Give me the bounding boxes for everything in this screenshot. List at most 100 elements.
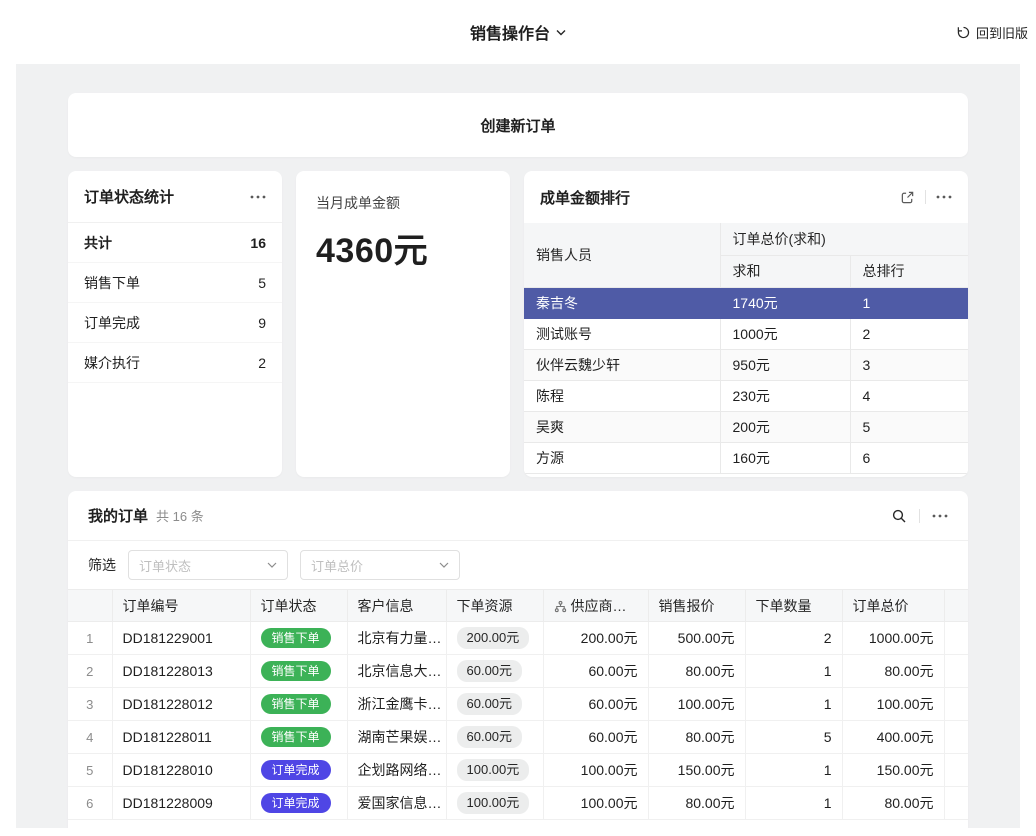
search-icon[interactable]: [891, 508, 907, 524]
order-number-cell: DD181229001: [112, 622, 250, 655]
orders-column-label: 订单总价: [853, 598, 909, 614]
ranking-row[interactable]: 测试账号1000元2: [524, 318, 968, 349]
status-total-row[interactable]: 共计 16: [68, 223, 282, 263]
status-badge: 订单完成: [261, 793, 331, 813]
supplier-cell: 60.00元: [543, 721, 648, 754]
create-order-button[interactable]: 创建新订单: [68, 93, 968, 157]
orders-column-label: 订单编号: [123, 598, 179, 614]
orders-col-index: [68, 590, 112, 622]
row-index-cell: 5: [68, 754, 112, 787]
chevron-down-icon: [556, 29, 566, 36]
status-value: 9: [258, 315, 266, 331]
orders-column-header[interactable]: 销售报价: [648, 590, 745, 622]
ranking-col-sum: 求和: [720, 255, 850, 287]
ranking-row[interactable]: 吴爽200元5: [524, 411, 968, 442]
orders-column-header[interactable]: 下单数量: [745, 590, 842, 622]
orders-column-header[interactable]: 订单总价: [842, 590, 944, 622]
status-row[interactable]: 销售下单5: [68, 263, 282, 303]
app-title[interactable]: 销售操作台: [470, 20, 566, 44]
filter-select[interactable]: 订单状态: [128, 550, 288, 580]
ranking-rank-cell: 6: [850, 442, 968, 473]
filter-selects: 订单状态订单总价: [128, 550, 460, 580]
ranking-person-cell: 伙伴云魏少轩: [524, 349, 720, 380]
order-status-cell: 销售下单: [250, 622, 347, 655]
table-row[interactable]: 6DD181228009订单完成爱国家信息…100.00元100.00元80.0…: [68, 787, 968, 820]
quote-cell: 80.00元: [648, 721, 745, 754]
order-status-cell: 订单完成: [250, 754, 347, 787]
ranking-col-group: 订单总价(求和): [720, 223, 968, 255]
supplier-cell: 200.00元: [543, 622, 648, 655]
table-row[interactable]: 2DD181228013销售下单北京信息大…60.00元60.00元80.00元…: [68, 655, 968, 688]
ranking-row[interactable]: 陈程230元4: [524, 380, 968, 411]
filler-cell: [944, 721, 968, 754]
orders-column-header[interactable]: 下单资源: [446, 590, 543, 622]
quantity-cell: 1: [745, 787, 842, 820]
quote-cell: 100.00元: [648, 688, 745, 721]
filter-select[interactable]: 订单总价: [300, 550, 460, 580]
ranking-sum-cell: 160元: [720, 442, 850, 473]
status-total-value: 16: [250, 235, 266, 251]
quantity-cell: 1: [745, 754, 842, 787]
ranking-row[interactable]: 方源160元6: [524, 442, 968, 473]
filler-cell: [944, 688, 968, 721]
filler-cell: [944, 622, 968, 655]
resource-cell: 60.00元: [446, 721, 543, 754]
ranking-card: 成单金额排行 销售人员 订单总价(求和): [524, 171, 968, 477]
filter-label: 筛选: [88, 555, 116, 575]
total-cell: 400.00元: [842, 721, 944, 754]
quantity-cell: 1: [745, 688, 842, 721]
status-badge: 销售下单: [261, 661, 331, 681]
table-row[interactable]: 4DD181228011销售下单湖南芒果娱…60.00元60.00元80.00元…: [68, 721, 968, 754]
ranking-col-rank: 总排行: [850, 255, 968, 287]
ranking-card-title: 成单金额排行: [540, 187, 630, 208]
ranking-sum-cell: 200元: [720, 411, 850, 442]
status-badge: 销售下单: [261, 628, 331, 648]
quantity-cell: 5: [745, 721, 842, 754]
ranking-sum-cell: 230元: [720, 380, 850, 411]
table-row[interactable]: 1DD181229001销售下单北京有力量…200.00元200.00元500.…: [68, 622, 968, 655]
ranking-rank-cell: 4: [850, 380, 968, 411]
orders-column-label: 供应商…: [571, 598, 627, 614]
amount-card-value: 4360元: [316, 223, 490, 272]
table-row[interactable]: 3DD181228012销售下单浙江金鹰卡…60.00元60.00元100.00…: [68, 688, 968, 721]
app-title-label: 销售操作台: [470, 20, 550, 44]
orders-column-header[interactable]: 供应商…: [543, 590, 648, 622]
status-row[interactable]: 订单完成9: [68, 303, 282, 343]
open-external-icon[interactable]: [900, 190, 915, 205]
ranking-rank-cell: 5: [850, 411, 968, 442]
divider: [925, 190, 926, 204]
total-cell: 80.00元: [842, 655, 944, 688]
orders-column-header[interactable]: 订单编号: [112, 590, 250, 622]
filler-cell: [944, 787, 968, 820]
amount-card-title: 当月成单金额: [316, 193, 490, 213]
order-number-cell: DD181228013: [112, 655, 250, 688]
status-row[interactable]: 媒介执行2: [68, 343, 282, 383]
ranking-row[interactable]: 伙伴云魏少轩950元3: [524, 349, 968, 380]
order-number-cell: DD181228012: [112, 688, 250, 721]
orders-table-body: 1DD181229001销售下单北京有力量…200.00元200.00元500.…: [68, 622, 968, 820]
table-row[interactable]: 5DD181228010订单完成企划路网络…100.00元100.00元150.…: [68, 754, 968, 787]
more-options-icon[interactable]: [250, 195, 266, 199]
ranking-person-cell: 吴爽: [524, 411, 720, 442]
back-to-old-button[interactable]: 回到旧版: [956, 0, 1028, 64]
resource-cell: 60.00元: [446, 688, 543, 721]
orders-column-label: 下单数量: [756, 598, 812, 614]
orders-column-label: 下单资源: [457, 598, 513, 614]
customer-cell: 浙江金鹰卡…: [347, 688, 446, 721]
order-status-cell: 销售下单: [250, 688, 347, 721]
ranking-row[interactable]: 秦吉冬1740元1: [524, 287, 968, 318]
month-amount-card: 当月成单金额 4360元: [296, 171, 510, 477]
quote-cell: 150.00元: [648, 754, 745, 787]
status-label: 媒介执行: [84, 353, 140, 373]
dashboard-content: 创建新订单 订单状态统计 共计 16 销售下单5订单完成9媒介执行2 当月成单金…: [16, 64, 1020, 828]
orders-column-header[interactable]: 客户信息: [347, 590, 446, 622]
status-list: 销售下单5订单完成9媒介执行2: [68, 263, 282, 383]
row-index-cell: 1: [68, 622, 112, 655]
ranking-rank-cell: 1: [850, 287, 968, 318]
more-options-icon[interactable]: [936, 195, 952, 199]
orders-table: 订单编号订单状态客户信息下单资源供应商…销售报价下单数量订单总价 1DD1812…: [68, 589, 968, 820]
my-orders-card: 我的订单 共 16 条 筛选 订单状态订单总价 订单编号订单状态客户信息下单: [68, 491, 968, 828]
more-options-icon[interactable]: [932, 514, 948, 518]
orders-column-header[interactable]: 订单状态: [250, 590, 347, 622]
ranking-rank-cell: 2: [850, 318, 968, 349]
